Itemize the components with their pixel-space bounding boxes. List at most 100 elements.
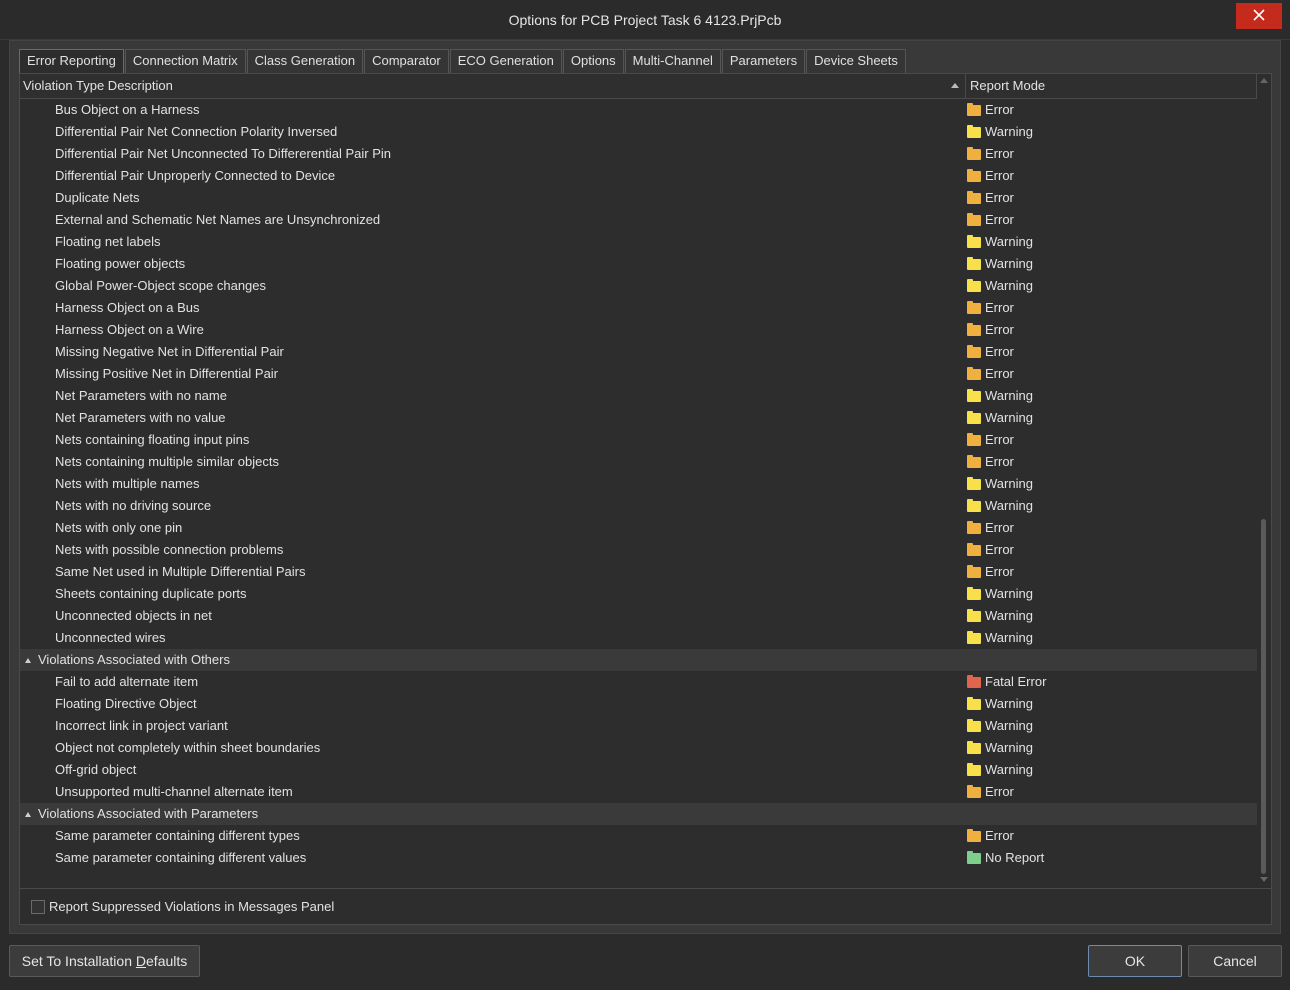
- report-mode-cell[interactable]: Warning: [967, 759, 1033, 781]
- violation-row[interactable]: Nets with multiple names Warning: [20, 473, 1257, 495]
- ok-button[interactable]: OK: [1088, 945, 1182, 977]
- violation-row[interactable]: Harness Object on a Bus Error: [20, 297, 1257, 319]
- report-mode-cell[interactable]: Error: [967, 539, 1014, 561]
- violation-row[interactable]: Floating net labels Warning: [20, 231, 1257, 253]
- tab-device-sheets[interactable]: Device Sheets: [806, 49, 906, 73]
- violation-row[interactable]: Differential Pair Net Unconnected To Dif…: [20, 143, 1257, 165]
- violation-row[interactable]: Off-grid object Warning: [20, 759, 1257, 781]
- violation-row[interactable]: Unconnected wires Warning: [20, 627, 1257, 649]
- scroll-up-icon[interactable]: [1260, 78, 1268, 83]
- violation-row[interactable]: Nets containing floating input pins Error: [20, 429, 1257, 451]
- collapse-triangle-icon[interactable]: [25, 812, 31, 817]
- violation-row[interactable]: Same parameter containing different type…: [20, 825, 1257, 847]
- scrollbar-thumb[interactable]: [1261, 519, 1266, 874]
- set-to-installation-defaults-button[interactable]: Set To Installation Defaults: [9, 945, 200, 977]
- report-mode-cell[interactable]: Error: [967, 341, 1014, 363]
- close-button[interactable]: [1236, 3, 1282, 29]
- folder-icon: [967, 234, 981, 248]
- report-mode-cell[interactable]: Warning: [967, 121, 1033, 143]
- tab-parameters[interactable]: Parameters: [721, 49, 806, 73]
- report-mode-cell[interactable]: Error: [967, 319, 1014, 341]
- violation-description: Nets with only one pin: [55, 520, 183, 535]
- column-header-description[interactable]: Violation Type Description: [20, 74, 966, 99]
- report-mode-cell[interactable]: Warning: [967, 715, 1033, 737]
- report-mode-cell[interactable]: Error: [967, 561, 1014, 583]
- report-mode-cell[interactable]: Warning: [967, 605, 1033, 627]
- report-mode-cell[interactable]: Warning: [967, 583, 1033, 605]
- report-mode-cell[interactable]: Warning: [967, 495, 1033, 517]
- report-mode-cell[interactable]: Error: [967, 781, 1014, 803]
- violation-row[interactable]: Object not completely within sheet bound…: [20, 737, 1257, 759]
- violation-row[interactable]: Floating Directive Object Warning: [20, 693, 1257, 715]
- report-mode-cell[interactable]: Warning: [967, 385, 1033, 407]
- violation-row[interactable]: Sheets containing duplicate ports Warning: [20, 583, 1257, 605]
- violation-description: Same parameter containing different type…: [55, 828, 300, 843]
- report-mode-cell[interactable]: Warning: [967, 231, 1033, 253]
- tab-class-generation[interactable]: Class Generation: [246, 49, 364, 73]
- group-row[interactable]: Violations Associated with Others: [20, 649, 1257, 671]
- report-mode-cell[interactable]: Error: [967, 165, 1014, 187]
- report-mode-cell[interactable]: Warning: [967, 407, 1033, 429]
- cancel-button[interactable]: Cancel: [1188, 945, 1282, 977]
- folder-icon: [967, 388, 981, 402]
- violation-row[interactable]: Same Net used in Multiple Differential P…: [20, 561, 1257, 583]
- report-mode-cell[interactable]: Error: [967, 143, 1014, 165]
- report-mode-cell[interactable]: Warning: [967, 253, 1033, 275]
- violation-row[interactable]: Same parameter containing different valu…: [20, 847, 1257, 869]
- report-mode-cell[interactable]: Error: [967, 517, 1014, 539]
- violation-row[interactable]: Missing Positive Net in Differential Pai…: [20, 363, 1257, 385]
- violation-row[interactable]: Incorrect link in project variant Warning: [20, 715, 1257, 737]
- violation-row[interactable]: Unconnected objects in net Warning: [20, 605, 1257, 627]
- violation-row[interactable]: Nets with possible connection problems Er…: [20, 539, 1257, 561]
- folder-icon: [967, 212, 981, 226]
- report-mode-cell[interactable]: Error: [967, 429, 1014, 451]
- violation-row[interactable]: Harness Object on a Wire Error: [20, 319, 1257, 341]
- violation-row[interactable]: External and Schematic Net Names are Uns…: [20, 209, 1257, 231]
- folder-icon: [967, 432, 981, 446]
- violation-row[interactable]: Nets with no driving source Warning: [20, 495, 1257, 517]
- tab-comparator[interactable]: Comparator: [364, 49, 449, 73]
- collapse-triangle-icon[interactable]: [25, 658, 31, 663]
- report-mode-cell[interactable]: Error: [967, 363, 1014, 385]
- report-mode-cell[interactable]: Error: [967, 187, 1014, 209]
- violation-row[interactable]: Duplicate Nets Error: [20, 187, 1257, 209]
- report-mode-cell[interactable]: No Report: [967, 847, 1044, 869]
- vertical-scrollbar[interactable]: [1257, 74, 1271, 886]
- report-mode-cell[interactable]: Warning: [967, 737, 1033, 759]
- violation-row[interactable]: Floating power objects Warning: [20, 253, 1257, 275]
- tab-options[interactable]: Options: [562, 49, 624, 73]
- report-suppressed-label[interactable]: Report Suppressed Violations in Messages…: [49, 889, 334, 925]
- violation-row[interactable]: Net Parameters with no name Warning: [20, 385, 1257, 407]
- scroll-down-icon[interactable]: [1260, 877, 1268, 882]
- column-header-report-mode[interactable]: Report Mode: [967, 74, 1257, 99]
- report-mode-cell[interactable]: Warning: [967, 473, 1033, 495]
- violation-description: Unsupported multi-channel alternate item: [55, 784, 293, 799]
- violation-row[interactable]: Nets containing multiple similar objects…: [20, 451, 1257, 473]
- violation-row[interactable]: Differential Pair Net Connection Polarit…: [20, 121, 1257, 143]
- violation-row[interactable]: Nets with only one pin Error: [20, 517, 1257, 539]
- tab-error-reporting[interactable]: Error Reporting: [19, 49, 124, 73]
- tab-connection-matrix[interactable]: Connection Matrix: [124, 49, 246, 73]
- report-mode-cell[interactable]: Error: [967, 209, 1014, 231]
- report-mode-cell[interactable]: Error: [967, 451, 1014, 473]
- report-mode-cell[interactable]: Warning: [967, 275, 1033, 297]
- violation-row[interactable]: Differential Pair Unproperly Connected t…: [20, 165, 1257, 187]
- report-mode-cell[interactable]: Error: [967, 99, 1014, 121]
- violation-row[interactable]: Unsupported multi-channel alternate item…: [20, 781, 1257, 803]
- report-mode-cell[interactable]: Error: [967, 297, 1014, 319]
- error-reporting-content: Violation Type Description Report Mode B…: [19, 73, 1272, 925]
- tab-eco-generation[interactable]: ECO Generation: [449, 49, 562, 73]
- tab-multi-channel[interactable]: Multi-Channel: [624, 49, 721, 73]
- report-mode-cell[interactable]: Fatal Error: [967, 671, 1046, 693]
- violation-row[interactable]: Global Power-Object scope changes Warning: [20, 275, 1257, 297]
- report-mode-cell[interactable]: Error: [967, 825, 1014, 847]
- group-row[interactable]: Violations Associated with Parameters: [20, 803, 1257, 825]
- report-suppressed-checkbox[interactable]: [31, 900, 45, 914]
- violation-row[interactable]: Net Parameters with no value Warning: [20, 407, 1257, 429]
- violation-row[interactable]: Fail to add alternate item Fatal Error: [20, 671, 1257, 693]
- violation-row[interactable]: Missing Negative Net in Differential Pai…: [20, 341, 1257, 363]
- report-mode-cell[interactable]: Warning: [967, 693, 1033, 715]
- violation-row[interactable]: Bus Object on a Harness Error: [20, 99, 1257, 121]
- report-mode-label: Error: [985, 784, 1014, 799]
- report-mode-cell[interactable]: Warning: [967, 627, 1033, 649]
